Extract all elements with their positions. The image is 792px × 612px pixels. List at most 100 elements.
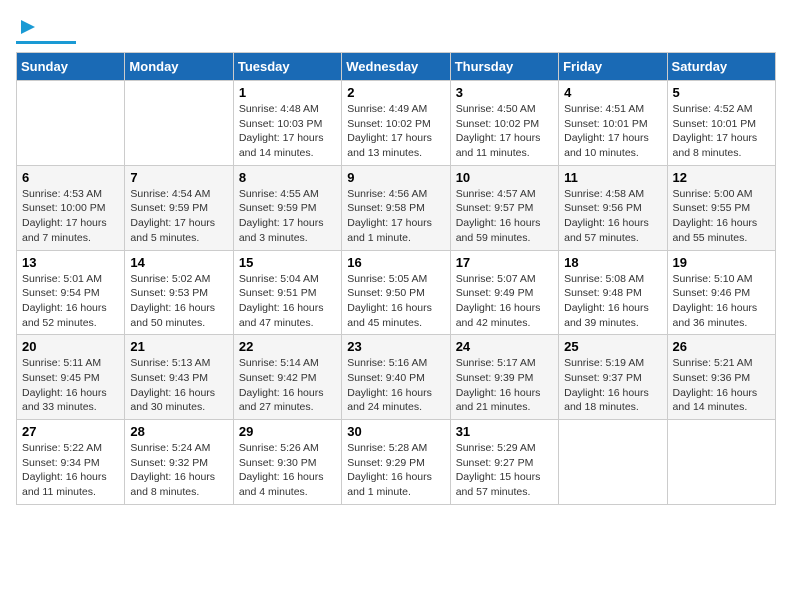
- day-number: 29: [239, 424, 336, 439]
- calendar-cell: 18 Sunrise: 5:08 AM Sunset: 9:48 PM Dayli…: [559, 250, 667, 335]
- day-info: Sunrise: 5:00 AM Sunset: 9:55 PM Dayligh…: [673, 187, 770, 246]
- calendar-cell: 17 Sunrise: 5:07 AM Sunset: 9:49 PM Dayli…: [450, 250, 558, 335]
- day-number: 26: [673, 339, 770, 354]
- day-info: Sunrise: 4:58 AM Sunset: 9:56 PM Dayligh…: [564, 187, 661, 246]
- calendar-week-row: 1 Sunrise: 4:48 AM Sunset: 10:03 PM Dayli…: [17, 81, 776, 166]
- day-number: 23: [347, 339, 444, 354]
- calendar-cell: 23 Sunrise: 5:16 AM Sunset: 9:40 PM Dayli…: [342, 335, 450, 420]
- day-info: Sunrise: 5:17 AM Sunset: 9:39 PM Dayligh…: [456, 356, 553, 415]
- calendar-cell: 3Sunrise: 4:50 AM Sunset: 10:02 PM Dayli…: [450, 81, 558, 166]
- day-info: Sunrise: 4:52 AM Sunset: 10:01 PM Daylig…: [673, 102, 770, 161]
- calendar-day-header: Thursday: [450, 53, 558, 81]
- day-number: 17: [456, 255, 553, 270]
- day-info: Sunrise: 5:10 AM Sunset: 9:46 PM Dayligh…: [673, 272, 770, 331]
- day-info: Sunrise: 5:05 AM Sunset: 9:50 PM Dayligh…: [347, 272, 444, 331]
- day-info: Sunrise: 4:54 AM Sunset: 9:59 PM Dayligh…: [130, 187, 227, 246]
- calendar-cell: 26Sunrise: 5:21 AM Sunset: 9:36 PM Dayli…: [667, 335, 775, 420]
- calendar-day-header: Monday: [125, 53, 233, 81]
- day-info: Sunrise: 4:51 AM Sunset: 10:01 PM Daylig…: [564, 102, 661, 161]
- calendar-cell: 12 Sunrise: 5:00 AM Sunset: 9:55 PM Dayli…: [667, 165, 775, 250]
- day-info: Sunrise: 5:13 AM Sunset: 9:43 PM Dayligh…: [130, 356, 227, 415]
- calendar-cell: 31 Sunrise: 5:29 AM Sunset: 9:27 PM Dayli…: [450, 420, 558, 505]
- calendar-cell: 28 Sunrise: 5:24 AM Sunset: 9:32 PM Dayli…: [125, 420, 233, 505]
- logo-arrow-icon: [17, 16, 39, 38]
- day-info: Sunrise: 5:19 AM Sunset: 9:37 PM Dayligh…: [564, 356, 661, 415]
- calendar-cell: 29Sunrise: 5:26 AM Sunset: 9:30 PM Dayli…: [233, 420, 341, 505]
- day-info: Sunrise: 5:16 AM Sunset: 9:40 PM Dayligh…: [347, 356, 444, 415]
- day-number: 2: [347, 85, 444, 100]
- calendar-cell: 20 Sunrise: 5:11 AM Sunset: 9:45 PM Dayli…: [17, 335, 125, 420]
- calendar-cell: 9 Sunrise: 4:56 AM Sunset: 9:58 PM Daylig…: [342, 165, 450, 250]
- day-info: Sunrise: 5:29 AM Sunset: 9:27 PM Dayligh…: [456, 441, 553, 500]
- calendar-day-header: Saturday: [667, 53, 775, 81]
- day-info: Sunrise: 4:49 AM Sunset: 10:02 PM Daylig…: [347, 102, 444, 161]
- calendar-header-row: SundayMondayTuesdayWednesdayThursdayFrid…: [17, 53, 776, 81]
- day-number: 5: [673, 85, 770, 100]
- page-header: [16, 16, 776, 44]
- day-number: 12: [673, 170, 770, 185]
- day-info: Sunrise: 5:22 AM Sunset: 9:34 PM Dayligh…: [22, 441, 119, 500]
- day-info: Sunrise: 4:57 AM Sunset: 9:57 PM Dayligh…: [456, 187, 553, 246]
- calendar-cell: 5 Sunrise: 4:52 AM Sunset: 10:01 PM Dayli…: [667, 81, 775, 166]
- calendar-cell: 7 Sunrise: 4:54 AM Sunset: 9:59 PM Daylig…: [125, 165, 233, 250]
- calendar-day-header: Wednesday: [342, 53, 450, 81]
- calendar-cell: 27 Sunrise: 5:22 AM Sunset: 9:34 PM Dayli…: [17, 420, 125, 505]
- calendar-cell: 4 Sunrise: 4:51 AM Sunset: 10:01 PM Dayli…: [559, 81, 667, 166]
- calendar-cell: [125, 81, 233, 166]
- day-number: 22: [239, 339, 336, 354]
- calendar-cell: 11Sunrise: 4:58 AM Sunset: 9:56 PM Dayli…: [559, 165, 667, 250]
- calendar-cell: 16 Sunrise: 5:05 AM Sunset: 9:50 PM Dayli…: [342, 250, 450, 335]
- calendar-cell: [667, 420, 775, 505]
- calendar-cell: 30 Sunrise: 5:28 AM Sunset: 9:29 PM Dayli…: [342, 420, 450, 505]
- day-number: 30: [347, 424, 444, 439]
- day-number: 14: [130, 255, 227, 270]
- calendar-day-header: Friday: [559, 53, 667, 81]
- calendar-cell: 6Sunrise: 4:53 AM Sunset: 10:00 PM Dayli…: [17, 165, 125, 250]
- day-info: Sunrise: 5:08 AM Sunset: 9:48 PM Dayligh…: [564, 272, 661, 331]
- day-number: 16: [347, 255, 444, 270]
- day-number: 13: [22, 255, 119, 270]
- day-number: 27: [22, 424, 119, 439]
- day-info: Sunrise: 4:48 AM Sunset: 10:03 PM Daylig…: [239, 102, 336, 161]
- day-info: Sunrise: 4:55 AM Sunset: 9:59 PM Dayligh…: [239, 187, 336, 246]
- day-info: Sunrise: 4:56 AM Sunset: 9:58 PM Dayligh…: [347, 187, 444, 246]
- calendar-week-row: 20 Sunrise: 5:11 AM Sunset: 9:45 PM Dayli…: [17, 335, 776, 420]
- day-info: Sunrise: 5:24 AM Sunset: 9:32 PM Dayligh…: [130, 441, 227, 500]
- day-number: 9: [347, 170, 444, 185]
- logo-underline: [16, 41, 76, 44]
- day-number: 3: [456, 85, 553, 100]
- day-number: 4: [564, 85, 661, 100]
- day-number: 8: [239, 170, 336, 185]
- day-number: 6: [22, 170, 119, 185]
- calendar-week-row: 27 Sunrise: 5:22 AM Sunset: 9:34 PM Dayli…: [17, 420, 776, 505]
- calendar-day-header: Sunday: [17, 53, 125, 81]
- calendar-cell: 24Sunrise: 5:17 AM Sunset: 9:39 PM Dayli…: [450, 335, 558, 420]
- day-info: Sunrise: 5:01 AM Sunset: 9:54 PM Dayligh…: [22, 272, 119, 331]
- day-info: Sunrise: 5:14 AM Sunset: 9:42 PM Dayligh…: [239, 356, 336, 415]
- day-number: 15: [239, 255, 336, 270]
- calendar-cell: 25Sunrise: 5:19 AM Sunset: 9:37 PM Dayli…: [559, 335, 667, 420]
- calendar-cell: [17, 81, 125, 166]
- day-number: 20: [22, 339, 119, 354]
- day-number: 28: [130, 424, 227, 439]
- calendar-cell: 10 Sunrise: 4:57 AM Sunset: 9:57 PM Dayli…: [450, 165, 558, 250]
- day-number: 1: [239, 85, 336, 100]
- calendar-cell: 13 Sunrise: 5:01 AM Sunset: 9:54 PM Dayli…: [17, 250, 125, 335]
- day-info: Sunrise: 5:07 AM Sunset: 9:49 PM Dayligh…: [456, 272, 553, 331]
- logo: [16, 16, 76, 44]
- day-info: Sunrise: 5:04 AM Sunset: 9:51 PM Dayligh…: [239, 272, 336, 331]
- calendar-cell: 1 Sunrise: 4:48 AM Sunset: 10:03 PM Dayli…: [233, 81, 341, 166]
- day-info: Sunrise: 5:28 AM Sunset: 9:29 PM Dayligh…: [347, 441, 444, 500]
- day-info: Sunrise: 5:11 AM Sunset: 9:45 PM Dayligh…: [22, 356, 119, 415]
- calendar-cell: 14 Sunrise: 5:02 AM Sunset: 9:53 PM Dayli…: [125, 250, 233, 335]
- calendar-cell: 2 Sunrise: 4:49 AM Sunset: 10:02 PM Dayli…: [342, 81, 450, 166]
- day-info: Sunrise: 5:02 AM Sunset: 9:53 PM Dayligh…: [130, 272, 227, 331]
- day-number: 7: [130, 170, 227, 185]
- day-number: 18: [564, 255, 661, 270]
- calendar-cell: [559, 420, 667, 505]
- day-number: 10: [456, 170, 553, 185]
- calendar-cell: 21 Sunrise: 5:13 AM Sunset: 9:43 PM Dayli…: [125, 335, 233, 420]
- day-number: 31: [456, 424, 553, 439]
- calendar-table: SundayMondayTuesdayWednesdayThursdayFrid…: [16, 52, 776, 505]
- day-number: 21: [130, 339, 227, 354]
